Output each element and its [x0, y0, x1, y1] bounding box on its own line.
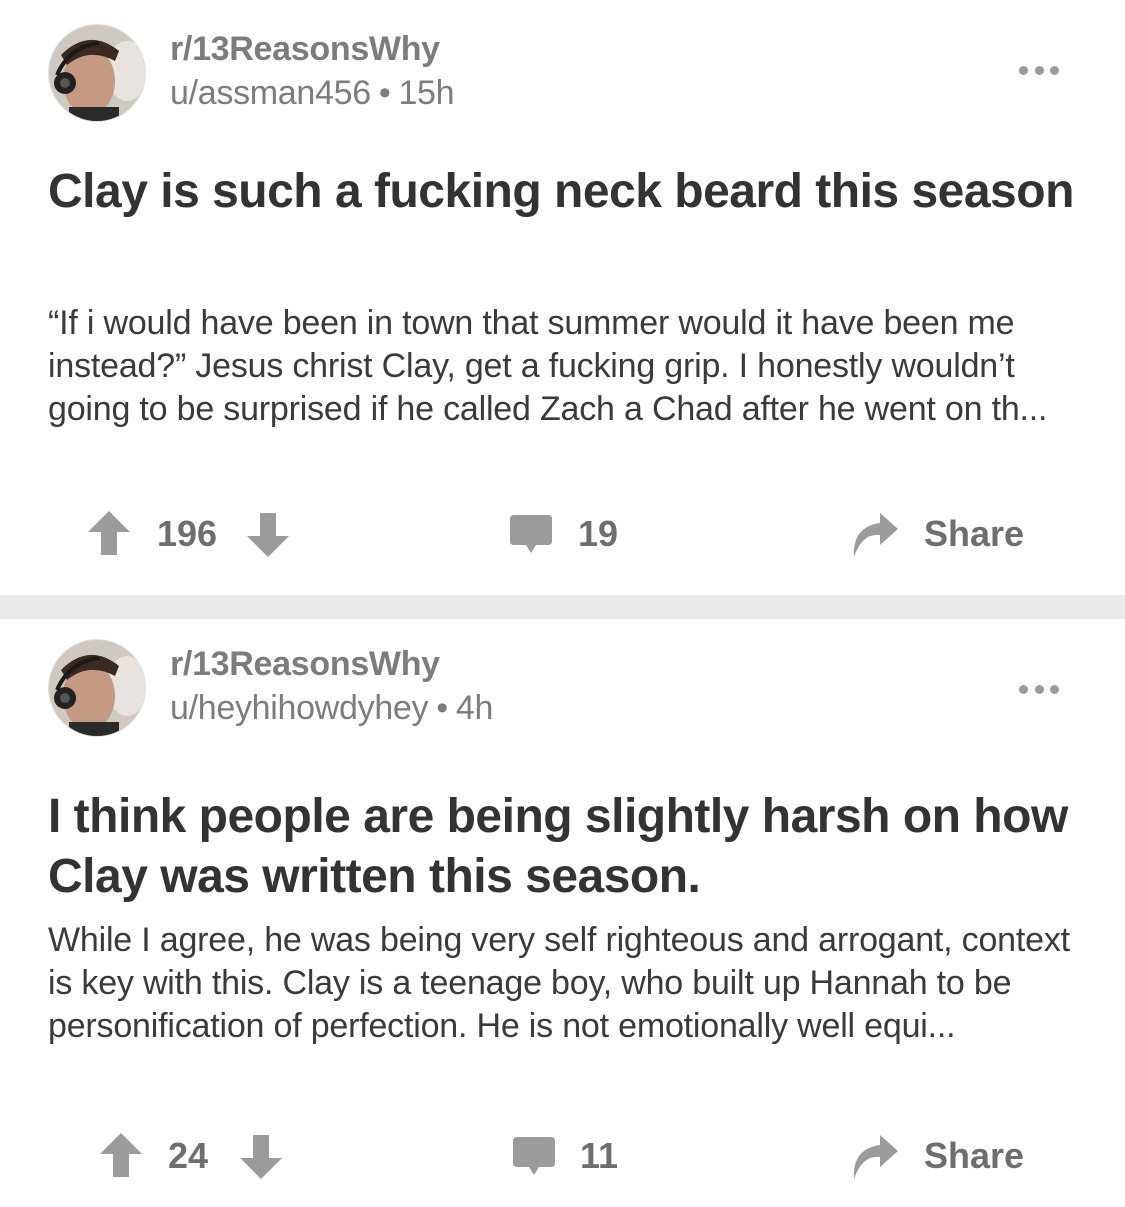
vote-score: 196	[157, 513, 218, 554]
arrow-up-icon[interactable]	[100, 1133, 142, 1177]
post-actions: 196 19 Share	[0, 505, 1125, 565]
post-age: 15h	[398, 74, 455, 112]
avatar-image	[49, 640, 145, 736]
subreddit-avatar[interactable]	[48, 24, 146, 122]
comment-bubble-icon[interactable]	[513, 1137, 555, 1175]
post-body[interactable]: While I agree, he was being very self ri…	[48, 919, 1088, 1048]
post-title[interactable]: Clay is such a fucking neck beard this s…	[48, 162, 1078, 222]
post-meta: u/assman456 • 15h	[170, 74, 455, 113]
subreddit-name[interactable]: r/13ReasonsWhy	[170, 30, 440, 69]
comment-count[interactable]: 11	[580, 1135, 618, 1177]
arrow-down-icon[interactable]	[247, 513, 289, 557]
vote-score: 24	[168, 1135, 209, 1176]
post-actions: 24 11 Share	[0, 1127, 1125, 1187]
post-divider	[0, 595, 1125, 619]
meta-separator: •	[378, 74, 391, 112]
comment-count[interactable]: 19	[578, 513, 618, 555]
arrow-down-icon[interactable]	[240, 1135, 282, 1179]
author-name[interactable]: u/assman456	[170, 74, 371, 112]
meta-separator: •	[436, 689, 448, 727]
post-age: 4h	[455, 689, 494, 727]
author-name[interactable]: u/heyhihowdyhey	[170, 689, 429, 727]
comment-bubble-icon[interactable]	[510, 515, 552, 553]
post-card[interactable]: r/13ReasonsWhy u/assman456 • 15h Clay is s…	[0, 0, 1125, 595]
share-arrow-icon[interactable]	[852, 513, 898, 557]
subreddit-avatar[interactable]	[48, 639, 146, 737]
share-button[interactable]: Share	[924, 1135, 1024, 1177]
post-body[interactable]: “If i would have been in town that summe…	[48, 302, 1088, 431]
subreddit-name[interactable]: r/13ReasonsWhy	[170, 645, 440, 684]
arrow-up-icon[interactable]	[88, 511, 130, 555]
share-arrow-icon[interactable]	[852, 1135, 898, 1179]
post-card[interactable]: r/13ReasonsWhy u/heyhihowdyhey • 4h I thin…	[0, 619, 1125, 1207]
more-dots-icon[interactable]	[1019, 685, 1059, 695]
share-button[interactable]: Share	[924, 513, 1024, 555]
avatar-image	[49, 25, 145, 121]
post-meta: u/heyhihowdyhey • 4h	[170, 689, 493, 728]
post-title[interactable]: I think people are being slightly harsh …	[48, 787, 1078, 907]
more-dots-icon[interactable]	[1019, 66, 1059, 76]
